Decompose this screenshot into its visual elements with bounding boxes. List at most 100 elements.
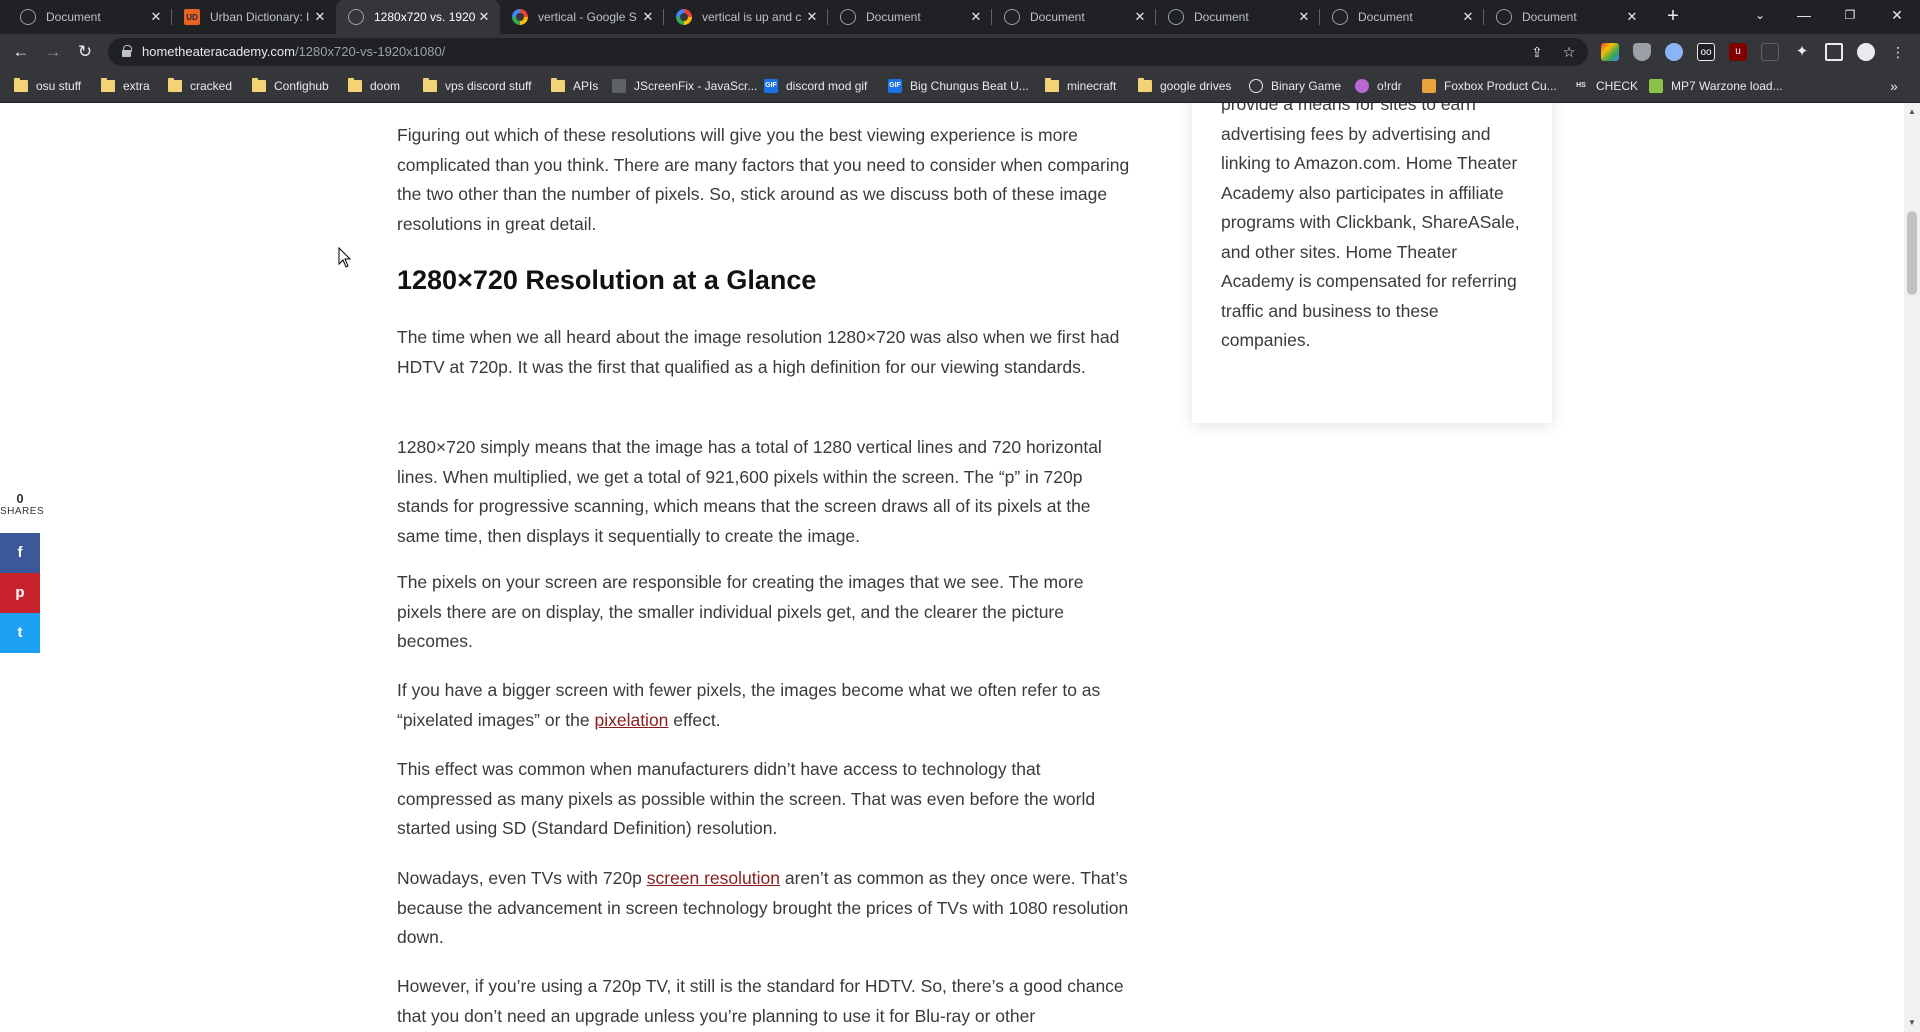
tab-google-search-1[interactable]: vertical - Google S ✕ (500, 0, 664, 34)
forward-arrow-icon[interactable]: → (41, 40, 65, 64)
article-paragraph: The pixels on your screen are responsibl… (397, 572, 1084, 651)
minimize-button[interactable]: — (1781, 0, 1827, 30)
article-paragraph: Figuring out which of these resolutions … (397, 125, 1130, 234)
tab-title: Urban Dictionary: I (210, 10, 310, 24)
tab-title: 1280x720 vs. 1920 (374, 10, 476, 24)
tab-search-chevron-icon[interactable]: ⌄ (1737, 0, 1783, 30)
bookmark-label: Big Chungus Beat U... (910, 79, 1029, 93)
tab-document-2[interactable]: Document ✕ (828, 0, 992, 34)
google-icon (512, 9, 528, 25)
tab-active-article[interactable]: 1280x720 vs. 1920 ✕ (336, 0, 500, 34)
vertical-scrollbar[interactable]: ▲ ▼ (1904, 103, 1920, 1032)
bookmark-big-chungus[interactable]: GIF Big Chungus Beat U... (888, 77, 1029, 95)
tab-urban-dictionary[interactable]: UD Urban Dictionary: I ✕ (172, 0, 336, 34)
extension-color-icon[interactable] (1601, 43, 1619, 61)
bookmark-label: o!rdr (1377, 79, 1402, 93)
side-panel-icon[interactable] (1825, 43, 1843, 61)
globe-icon (1168, 9, 1184, 25)
tab-document-6[interactable]: Document ✕ (1484, 0, 1648, 34)
share-count-label: SHARES (0, 506, 45, 517)
close-window-button[interactable]: ✕ (1874, 0, 1920, 30)
bookmark-vps-discord-stuff[interactable]: vps discord stuff (423, 77, 531, 95)
share-counter: 0 SHARES (0, 491, 45, 517)
tab-document-4[interactable]: Document ✕ (1156, 0, 1320, 34)
twitter-share-button[interactable]: t (0, 613, 40, 653)
bookmark-confighub[interactable]: Confighub (252, 77, 329, 95)
address-bar[interactable]: hometheateracademy.com/1280x720-vs-1920x… (108, 38, 1588, 66)
bookmark-minecraft[interactable]: minecraft (1045, 77, 1116, 95)
bookmark-ordr[interactable]: o!rdr (1355, 77, 1402, 95)
tab-document-1[interactable]: Document ✕ (8, 0, 172, 34)
tab-close-icon[interactable]: ✕ (968, 9, 984, 25)
tab-close-icon[interactable]: ✕ (476, 9, 492, 25)
folder-icon (551, 78, 565, 92)
phone-extension-icon[interactable] (1761, 43, 1779, 61)
profile-avatar[interactable] (1857, 43, 1875, 61)
tab-google-search-2[interactable]: vertical is up and c ✕ (664, 0, 828, 34)
globe-icon (840, 9, 856, 25)
tab-close-icon[interactable]: ✕ (1624, 9, 1640, 25)
lock-icon[interactable] (122, 45, 132, 57)
paragraph-text: Nowadays, even TVs with 720p (397, 868, 647, 888)
tab-close-icon[interactable]: ✕ (640, 9, 656, 25)
chat-extension-icon[interactable] (1665, 43, 1683, 61)
tab-close-icon[interactable]: ✕ (312, 9, 328, 25)
bookmark-label: cracked (190, 79, 233, 93)
bookmark-label: Binary Game (1271, 79, 1342, 93)
tab-close-icon[interactable]: ✕ (1460, 9, 1476, 25)
bookmark-apis[interactable]: APIs (551, 77, 598, 95)
folder-icon (348, 78, 362, 92)
tab-document-5[interactable]: Document ✕ (1320, 0, 1484, 34)
bookmark-label: MP7 Warzone load... (1671, 79, 1783, 93)
folder-icon (1045, 78, 1059, 92)
tab-document-3[interactable]: Document ✕ (992, 0, 1156, 34)
article-paragraph: If you have a bigger screen with fewer p… (397, 676, 1132, 735)
bookmark-label: osu stuff (36, 79, 82, 93)
reload-icon[interactable]: ↻ (73, 40, 97, 64)
pinterest-share-button[interactable]: p (0, 573, 40, 613)
folder-icon (14, 78, 28, 92)
bookmark-mp7-warzone[interactable]: MP7 Warzone load... (1649, 77, 1783, 95)
article-paragraph: However, if you’re using a 720p TV, it s… (397, 976, 1124, 1026)
facebook-share-button[interactable]: f (0, 533, 40, 573)
bookmark-google-drives[interactable]: google drives (1138, 77, 1231, 95)
share-icon[interactable]: ⇪ (1528, 43, 1546, 61)
tab-close-icon[interactable]: ✕ (1132, 9, 1148, 25)
bookmark-label: APIs (573, 79, 599, 93)
more-bookmarks-chevron-icon[interactable]: » (1890, 77, 1898, 95)
tab-title: Document (1522, 10, 1577, 24)
bookmark-extra[interactable]: extra (101, 77, 150, 95)
shield-extension-icon[interactable] (1633, 43, 1651, 61)
tab-title: vertical is up and c (702, 10, 802, 24)
ublock-extension-icon[interactable]: u (1729, 43, 1747, 61)
glasses-extension-icon[interactable]: oo (1697, 43, 1715, 61)
bookmark-foxbox[interactable]: Foxbox Product Cu... (1422, 77, 1557, 95)
restore-button[interactable]: ❐ (1827, 0, 1873, 30)
pixelation-link[interactable]: pixelation (594, 710, 668, 730)
bookmark-discord-mod-gif[interactable]: GIF discord mod gif (764, 77, 867, 95)
bookmark-osu-stuff[interactable]: osu stuff (14, 77, 81, 95)
twitter-icon: t (17, 624, 23, 641)
tab-close-icon[interactable]: ✕ (148, 9, 164, 25)
new-tab-button[interactable]: + (1660, 4, 1686, 30)
back-arrow-icon[interactable]: ← (9, 40, 33, 64)
tab-strip: Document ✕ UD Urban Dictionary: I ✕ 1280… (0, 0, 1920, 34)
bookmark-cracked[interactable]: cracked (168, 77, 232, 95)
url-path: /1280x720-vs-1920x1080/ (294, 44, 446, 59)
tab-title: Document (1194, 10, 1249, 24)
bookmark-star-icon[interactable]: ☆ (1560, 43, 1578, 61)
bookmark-binary-game[interactable]: Binary Game (1249, 77, 1341, 95)
screen-resolution-link[interactable]: screen resolution (647, 868, 780, 888)
puzzle-extensions-icon[interactable]: ✦ (1793, 43, 1811, 61)
gif-icon: GIF (764, 79, 778, 93)
bookmark-jscreenfix[interactable]: JScreenFix - JavaScr... (612, 77, 757, 95)
tab-close-icon[interactable]: ✕ (1296, 9, 1312, 25)
article-paragraph: 1280×720 simply means that the image has… (397, 437, 1102, 546)
bookmark-doom[interactable]: doom (348, 77, 400, 95)
bookmark-check[interactable]: HS CHECK (1574, 77, 1638, 95)
menu-kebab-icon[interactable]: ⋮ (1889, 43, 1907, 61)
scroll-up-arrow-icon[interactable]: ▲ (1904, 105, 1920, 119)
scrollbar-thumb[interactable] (1907, 211, 1917, 295)
scroll-down-arrow-icon[interactable]: ▼ (1904, 1016, 1920, 1030)
tab-close-icon[interactable]: ✕ (804, 9, 820, 25)
